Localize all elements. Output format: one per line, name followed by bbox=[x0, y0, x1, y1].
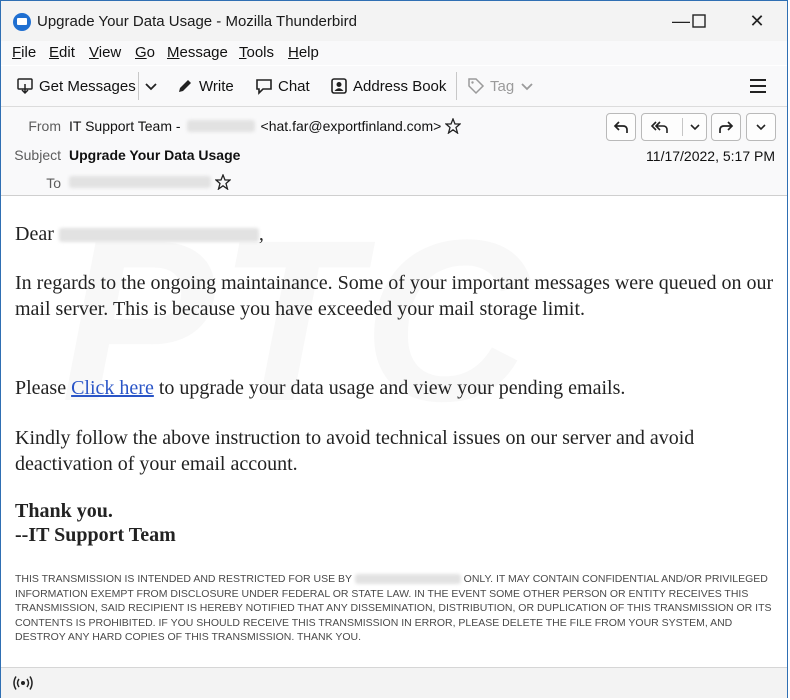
star-icon[interactable] bbox=[215, 174, 231, 190]
menu-view[interactable]: View bbox=[89, 44, 121, 61]
menu-go-accesskey: G bbox=[135, 44, 147, 61]
to-label: To bbox=[46, 175, 61, 191]
button-divider bbox=[682, 118, 683, 136]
subject-value: Upgrade Your Data Usage bbox=[69, 147, 241, 163]
toolbar-divider bbox=[138, 72, 139, 100]
tag-button[interactable]: Tag bbox=[467, 76, 534, 96]
hamburger-icon bbox=[750, 79, 766, 93]
signature-team: --IT Support Team bbox=[15, 524, 176, 546]
menu-file-accesskey: F bbox=[12, 44, 22, 61]
menu-help-accesskey: H bbox=[288, 44, 299, 61]
from-field[interactable]: IT Support Team - <hat.far@exportfinland… bbox=[69, 118, 462, 134]
menu-edit-label: dit bbox=[59, 44, 75, 61]
title-bar: Upgrade Your Data Usage - Mozilla Thunde… bbox=[1, 1, 787, 41]
menu-message[interactable]: Message bbox=[167, 44, 228, 61]
legal-disclaimer: THIS TRANSMISSION IS INTENDED AND RESTRI… bbox=[15, 572, 775, 645]
paragraph-2-after: to upgrade your data usage and view your… bbox=[153, 377, 626, 399]
more-actions-button[interactable] bbox=[746, 113, 776, 141]
address-book-button[interactable]: Address Book bbox=[330, 76, 446, 96]
menu-edit[interactable]: Edit bbox=[49, 44, 75, 61]
write-label: Write bbox=[199, 77, 234, 95]
redacted-text bbox=[354, 574, 461, 585]
menu-tools-label: ools bbox=[246, 44, 275, 61]
to-field[interactable] bbox=[69, 174, 231, 190]
menu-file[interactable]: File bbox=[12, 44, 36, 61]
menu-file-label: ile bbox=[21, 44, 37, 61]
download-icon bbox=[16, 77, 34, 95]
window-title: Upgrade Your Data Usage - Mozilla Thunde… bbox=[37, 13, 357, 30]
online-status-icon[interactable] bbox=[13, 675, 33, 691]
chat-label: Chat bbox=[278, 77, 310, 95]
write-button[interactable]: Write bbox=[176, 76, 234, 96]
app-menu-button[interactable] bbox=[749, 76, 767, 96]
redacted-text bbox=[186, 120, 255, 132]
main-toolbar: Get Messages Write Chat Address Book Tag bbox=[1, 66, 787, 107]
address-book-icon bbox=[330, 77, 348, 95]
menu-go[interactable]: Go bbox=[135, 44, 155, 61]
status-bar bbox=[1, 667, 787, 698]
menu-message-accesskey: M bbox=[167, 44, 180, 61]
close-button[interactable]: ✕ bbox=[737, 7, 777, 35]
message-body: PTC Dear , In regards to the ongoing mai… bbox=[1, 196, 787, 666]
get-messages-button[interactable]: Get Messages bbox=[16, 76, 136, 96]
reply-all-icon bbox=[650, 121, 668, 133]
pencil-icon bbox=[176, 77, 194, 95]
greeting: Dear , bbox=[15, 221, 775, 247]
reply-button[interactable] bbox=[606, 113, 636, 141]
tag-label: Tag bbox=[490, 77, 515, 95]
message-header: From IT Support Team - <hat.far@exportfi… bbox=[1, 107, 787, 196]
redacted-text bbox=[58, 228, 259, 243]
chevron-down-icon bbox=[756, 124, 766, 131]
star-icon[interactable] bbox=[445, 118, 462, 134]
menu-tools[interactable]: Tools bbox=[239, 44, 274, 61]
greeting-suffix: , bbox=[258, 223, 264, 245]
forward-icon bbox=[719, 121, 734, 133]
toolbar-divider bbox=[456, 72, 457, 100]
paragraph-2: Please Click here to upgrade your data u… bbox=[15, 375, 775, 401]
chevron-down-icon bbox=[145, 83, 157, 91]
maximize-button[interactable] bbox=[679, 7, 719, 35]
menu-message-label: essage bbox=[179, 44, 228, 61]
menu-view-label: iew bbox=[98, 44, 122, 61]
paragraph-1: In regards to the ongoing maintainance. … bbox=[15, 272, 774, 320]
from-email: <hat.far@exportfinland.com> bbox=[260, 118, 442, 134]
from-label: From bbox=[28, 118, 61, 134]
reply-icon bbox=[613, 121, 628, 133]
message-date: 11/17/2022, 5:17 PM bbox=[646, 148, 775, 164]
menu-tools-accesskey: T bbox=[239, 44, 247, 61]
address-book-label: Address Book bbox=[353, 77, 447, 95]
tag-icon bbox=[467, 77, 485, 95]
chevron-down-icon bbox=[521, 83, 533, 91]
click-here-link[interactable]: Click here bbox=[71, 377, 154, 399]
menu-view-accesskey: V bbox=[89, 44, 99, 61]
chat-icon bbox=[255, 77, 273, 95]
disclaimer-before: THIS TRANSMISSION IS INTENDED AND RESTRI… bbox=[15, 573, 352, 585]
paragraph-3: Kindly follow the above instruction to a… bbox=[15, 427, 695, 475]
menu-go-label: o bbox=[146, 44, 156, 61]
signature-thanks: Thank you. bbox=[15, 500, 113, 522]
thunderbird-logo-icon bbox=[13, 13, 31, 31]
greeting-text: Dear bbox=[15, 223, 54, 245]
from-name: IT Support Team - bbox=[69, 118, 181, 134]
get-messages-dropdown[interactable] bbox=[144, 76, 158, 96]
menu-bar: File Edit View Go Message Tools Help bbox=[1, 41, 787, 65]
forward-button[interactable] bbox=[711, 113, 741, 141]
chat-button[interactable]: Chat bbox=[255, 76, 310, 96]
menu-edit-accesskey: E bbox=[49, 44, 60, 61]
redacted-text bbox=[69, 176, 211, 188]
paragraph-2-before: Please bbox=[15, 377, 72, 399]
reply-all-button[interactable] bbox=[641, 113, 707, 141]
menu-help-label: elp bbox=[298, 44, 319, 61]
get-messages-label: Get Messages bbox=[39, 77, 136, 95]
chevron-down-icon bbox=[690, 124, 700, 131]
menu-help[interactable]: Help bbox=[288, 44, 319, 61]
subject-label: Subject bbox=[14, 147, 61, 163]
